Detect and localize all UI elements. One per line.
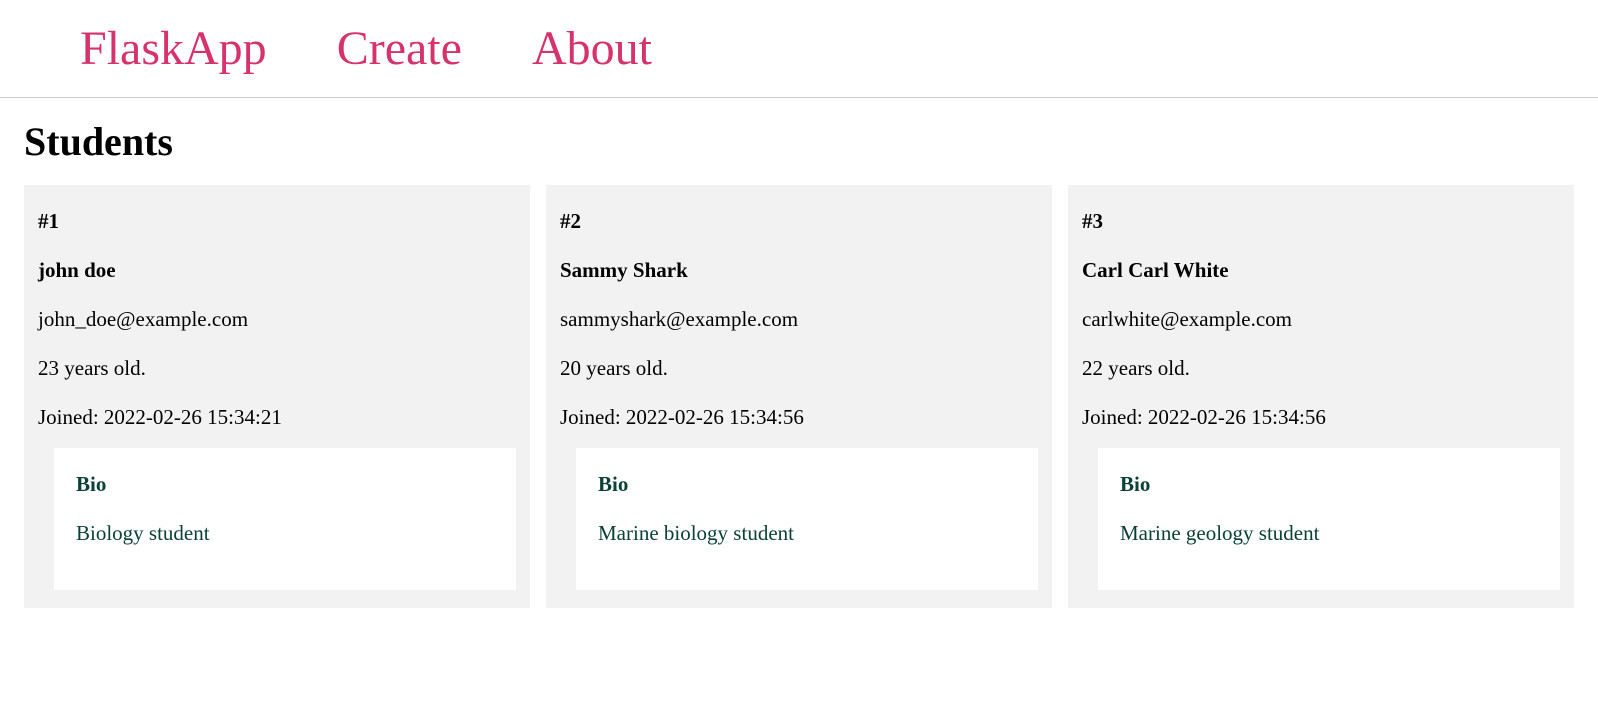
bio-text: Biology student <box>76 521 494 546</box>
nav-create-link[interactable]: Create <box>337 21 462 76</box>
student-email: carlwhite@example.com <box>1082 307 1560 332</box>
main-content: Students #1 john doe john_doe@example.co… <box>0 98 1598 628</box>
bio-box: Bio Biology student <box>54 448 516 590</box>
student-name: Carl Carl White <box>1082 258 1560 283</box>
page-title: Students <box>24 118 1574 165</box>
bio-heading: Bio <box>76 472 494 497</box>
student-id: #1 <box>38 209 516 234</box>
bio-text: Marine geology student <box>1120 521 1538 546</box>
student-joined: Joined: 2022-02-26 15:34:56 <box>560 405 1038 430</box>
navbar: FlaskApp Create About <box>0 0 1598 98</box>
student-card: #2 Sammy Shark sammyshark@example.com 20… <box>546 185 1052 608</box>
student-name: john doe <box>38 258 516 283</box>
student-name: Sammy Shark <box>560 258 1038 283</box>
bio-box: Bio Marine geology student <box>1098 448 1560 590</box>
student-email: john_doe@example.com <box>38 307 516 332</box>
student-card: #3 Carl Carl White carlwhite@example.com… <box>1068 185 1574 608</box>
student-joined: Joined: 2022-02-26 15:34:56 <box>1082 405 1560 430</box>
student-email: sammyshark@example.com <box>560 307 1038 332</box>
student-joined: Joined: 2022-02-26 15:34:21 <box>38 405 516 430</box>
bio-box: Bio Marine biology student <box>576 448 1038 590</box>
bio-heading: Bio <box>598 472 1016 497</box>
student-age: 22 years old. <box>1082 356 1560 381</box>
student-age: 20 years old. <box>560 356 1038 381</box>
nav-about-link[interactable]: About <box>532 21 652 76</box>
student-cards-row: #1 john doe john_doe@example.com 23 year… <box>24 185 1574 608</box>
bio-heading: Bio <box>1120 472 1538 497</box>
nav-brand-link[interactable]: FlaskApp <box>80 21 267 76</box>
student-card: #1 john doe john_doe@example.com 23 year… <box>24 185 530 608</box>
student-id: #3 <box>1082 209 1560 234</box>
student-age: 23 years old. <box>38 356 516 381</box>
bio-text: Marine biology student <box>598 521 1016 546</box>
student-id: #2 <box>560 209 1038 234</box>
